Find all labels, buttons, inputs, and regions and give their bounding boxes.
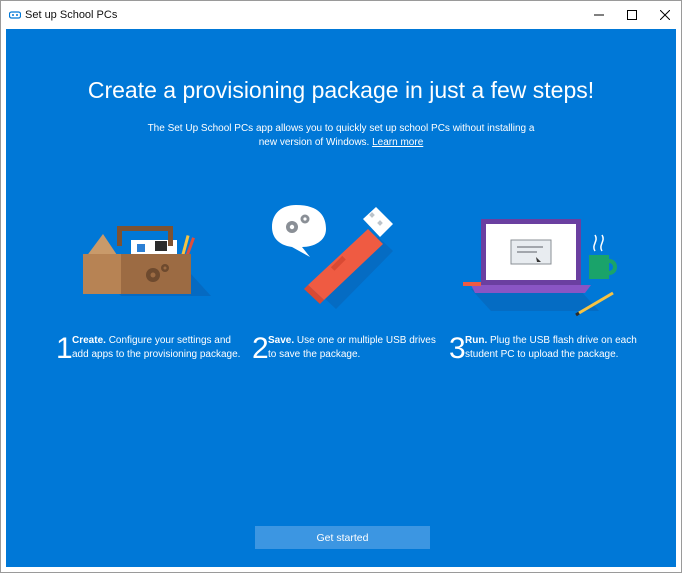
laptop-illustration xyxy=(463,219,617,317)
step-title: Save. xyxy=(268,335,295,346)
close-button[interactable] xyxy=(648,1,681,29)
step-number: 2 xyxy=(252,332,269,365)
toolbox-illustration xyxy=(83,226,211,296)
title-bar[interactable]: Set up School PCs xyxy=(1,1,681,29)
maximize-button[interactable] xyxy=(615,1,648,29)
step-number: 3 xyxy=(449,332,466,365)
main-content: Create a provisioning package in just a … xyxy=(6,29,676,567)
step-description: Create. Configure your settings and add … xyxy=(72,334,244,362)
step-number: 1 xyxy=(56,332,73,365)
subtitle-text: The Set Up School PCs app allows you to … xyxy=(147,123,535,148)
step-body: Plug the USB flash drive on each student… xyxy=(465,335,637,360)
get-started-button[interactable]: Get started xyxy=(255,526,430,549)
app-window: Set up School PCs Create a provisioning … xyxy=(0,0,682,573)
minimize-button[interactable] xyxy=(582,1,615,29)
minimize-icon xyxy=(593,14,604,16)
window-title: Set up School PCs xyxy=(25,9,118,21)
step-description: Run. Plug the USB flash drive on each st… xyxy=(465,334,637,362)
close-icon xyxy=(659,10,670,20)
step-description: Save. Use one or multiple USB drives to … xyxy=(268,334,440,362)
maximize-icon xyxy=(626,10,637,20)
usb-drive-illustration xyxy=(272,205,393,309)
step-body: Use one or multiple USB drives to save t… xyxy=(268,335,436,360)
step-title: Run. xyxy=(465,335,488,346)
page-subtitle: The Set Up School PCs app allows you to … xyxy=(141,122,541,150)
app-icon xyxy=(9,11,21,19)
learn-more-link[interactable]: Learn more xyxy=(372,137,423,148)
step-title: Create. xyxy=(72,335,106,346)
page-title: Create a provisioning package in just a … xyxy=(87,77,595,103)
